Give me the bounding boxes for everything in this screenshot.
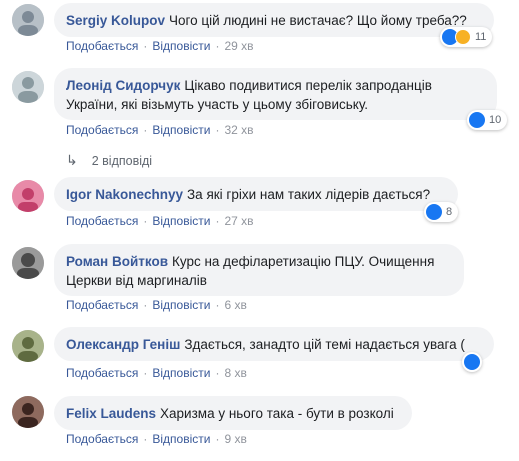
comment-time[interactable]: 6 хв [224,298,246,312]
comment-time[interactable]: 29 хв [224,39,253,53]
reaction-count: 8 [446,206,453,218]
reply-button[interactable]: Відповісти [152,214,210,228]
comment-author[interactable]: Igor Nakonechnyy [66,187,183,202]
reaction-count: 10 [489,114,502,126]
comment-time[interactable]: 9 хв [224,432,246,446]
avatar[interactable] [12,4,44,36]
comment-author[interactable]: Олександр Геніш [66,337,180,352]
like-button[interactable]: Подобається [66,214,138,228]
comment-bubble: Igor Nakonechnyy За які гріхи нам таких л… [54,177,458,211]
reply-arrow-icon: ↳ [66,152,78,168]
comment-text: Здається, занадто цій темі надається ува… [184,337,465,352]
comment-author[interactable]: Felix Laudens [66,406,156,421]
comment-actions: Подобається · Відповісти · 9 хв [66,432,247,446]
like-button[interactable]: Подобається [66,39,138,53]
comment-bubble: Леонід Сидорчук Цікаво подивитися перелік… [54,68,497,120]
reaction-summary[interactable]: 10 [467,110,508,130]
sad-reaction-icon [455,29,471,45]
comment-text: Харизма у нього така - бути в розколі [160,406,394,421]
reaction-summary[interactable] [462,352,482,372]
reply-button[interactable]: Відповісти [152,366,210,380]
reply-button[interactable]: Відповісти [152,39,210,53]
like-button[interactable]: Подобається [66,298,138,312]
comment-time[interactable]: 8 хв [224,366,246,380]
reply-button[interactable]: Відповісти [152,123,210,137]
reaction-summary[interactable]: 8 [424,202,459,222]
comment-time[interactable]: 32 хв [224,123,253,137]
replies-count: 2 відповіді [91,153,153,168]
comment-bubble: Роман Войтков Курс на дефіларетизацію ПЦУ… [54,244,464,296]
avatar[interactable] [12,180,44,212]
like-button[interactable]: Подобається [66,123,138,137]
avatar[interactable] [12,396,44,428]
like-reaction-icon [464,354,480,370]
comment-text: За які гріхи нам таких лідерів дається? [187,187,431,202]
comment-author[interactable]: Леонід Сидорчук [66,78,180,93]
comment-actions: Подобається · Відповісти · 32 хв [66,123,254,137]
comment-author[interactable]: Роман Войтков [66,254,168,269]
comment-actions: Подобається · Відповісти · 29 хв [66,39,254,53]
avatar[interactable] [12,330,44,362]
view-replies-link[interactable]: ↳ 2 відповіді [66,152,152,169]
like-button[interactable]: Подобається [66,366,138,380]
avatar[interactable] [12,247,44,279]
comment-bubble: Sergiy Kolupov Чого цій людині не вистача… [54,3,494,37]
comment-author[interactable]: Sergiy Kolupov [66,13,165,28]
comment-actions: Подобається · Відповісти · 8 хв [66,366,247,380]
reaction-summary[interactable]: 11 [440,27,493,47]
comment-bubble: Felix Laudens Харизма у нього така - бути… [54,396,412,430]
reply-button[interactable]: Відповісти [152,298,210,312]
comment-text: Чого цій людині не вистачає? Що йому тре… [169,13,467,28]
avatar[interactable] [12,71,44,103]
like-reaction-icon [469,112,485,128]
like-reaction-icon [426,204,442,220]
comment-actions: Подобається · Відповісти · 27 хв [66,214,254,228]
reaction-count: 11 [475,31,487,43]
comment-bubble: Олександр Геніш Здається, занадто цій тем… [54,327,494,361]
comment-time[interactable]: 27 хв [224,214,253,228]
comment-actions: Подобається · Відповісти · 6 хв [66,298,247,312]
like-button[interactable]: Подобається [66,432,138,446]
reply-button[interactable]: Відповісти [152,432,210,446]
